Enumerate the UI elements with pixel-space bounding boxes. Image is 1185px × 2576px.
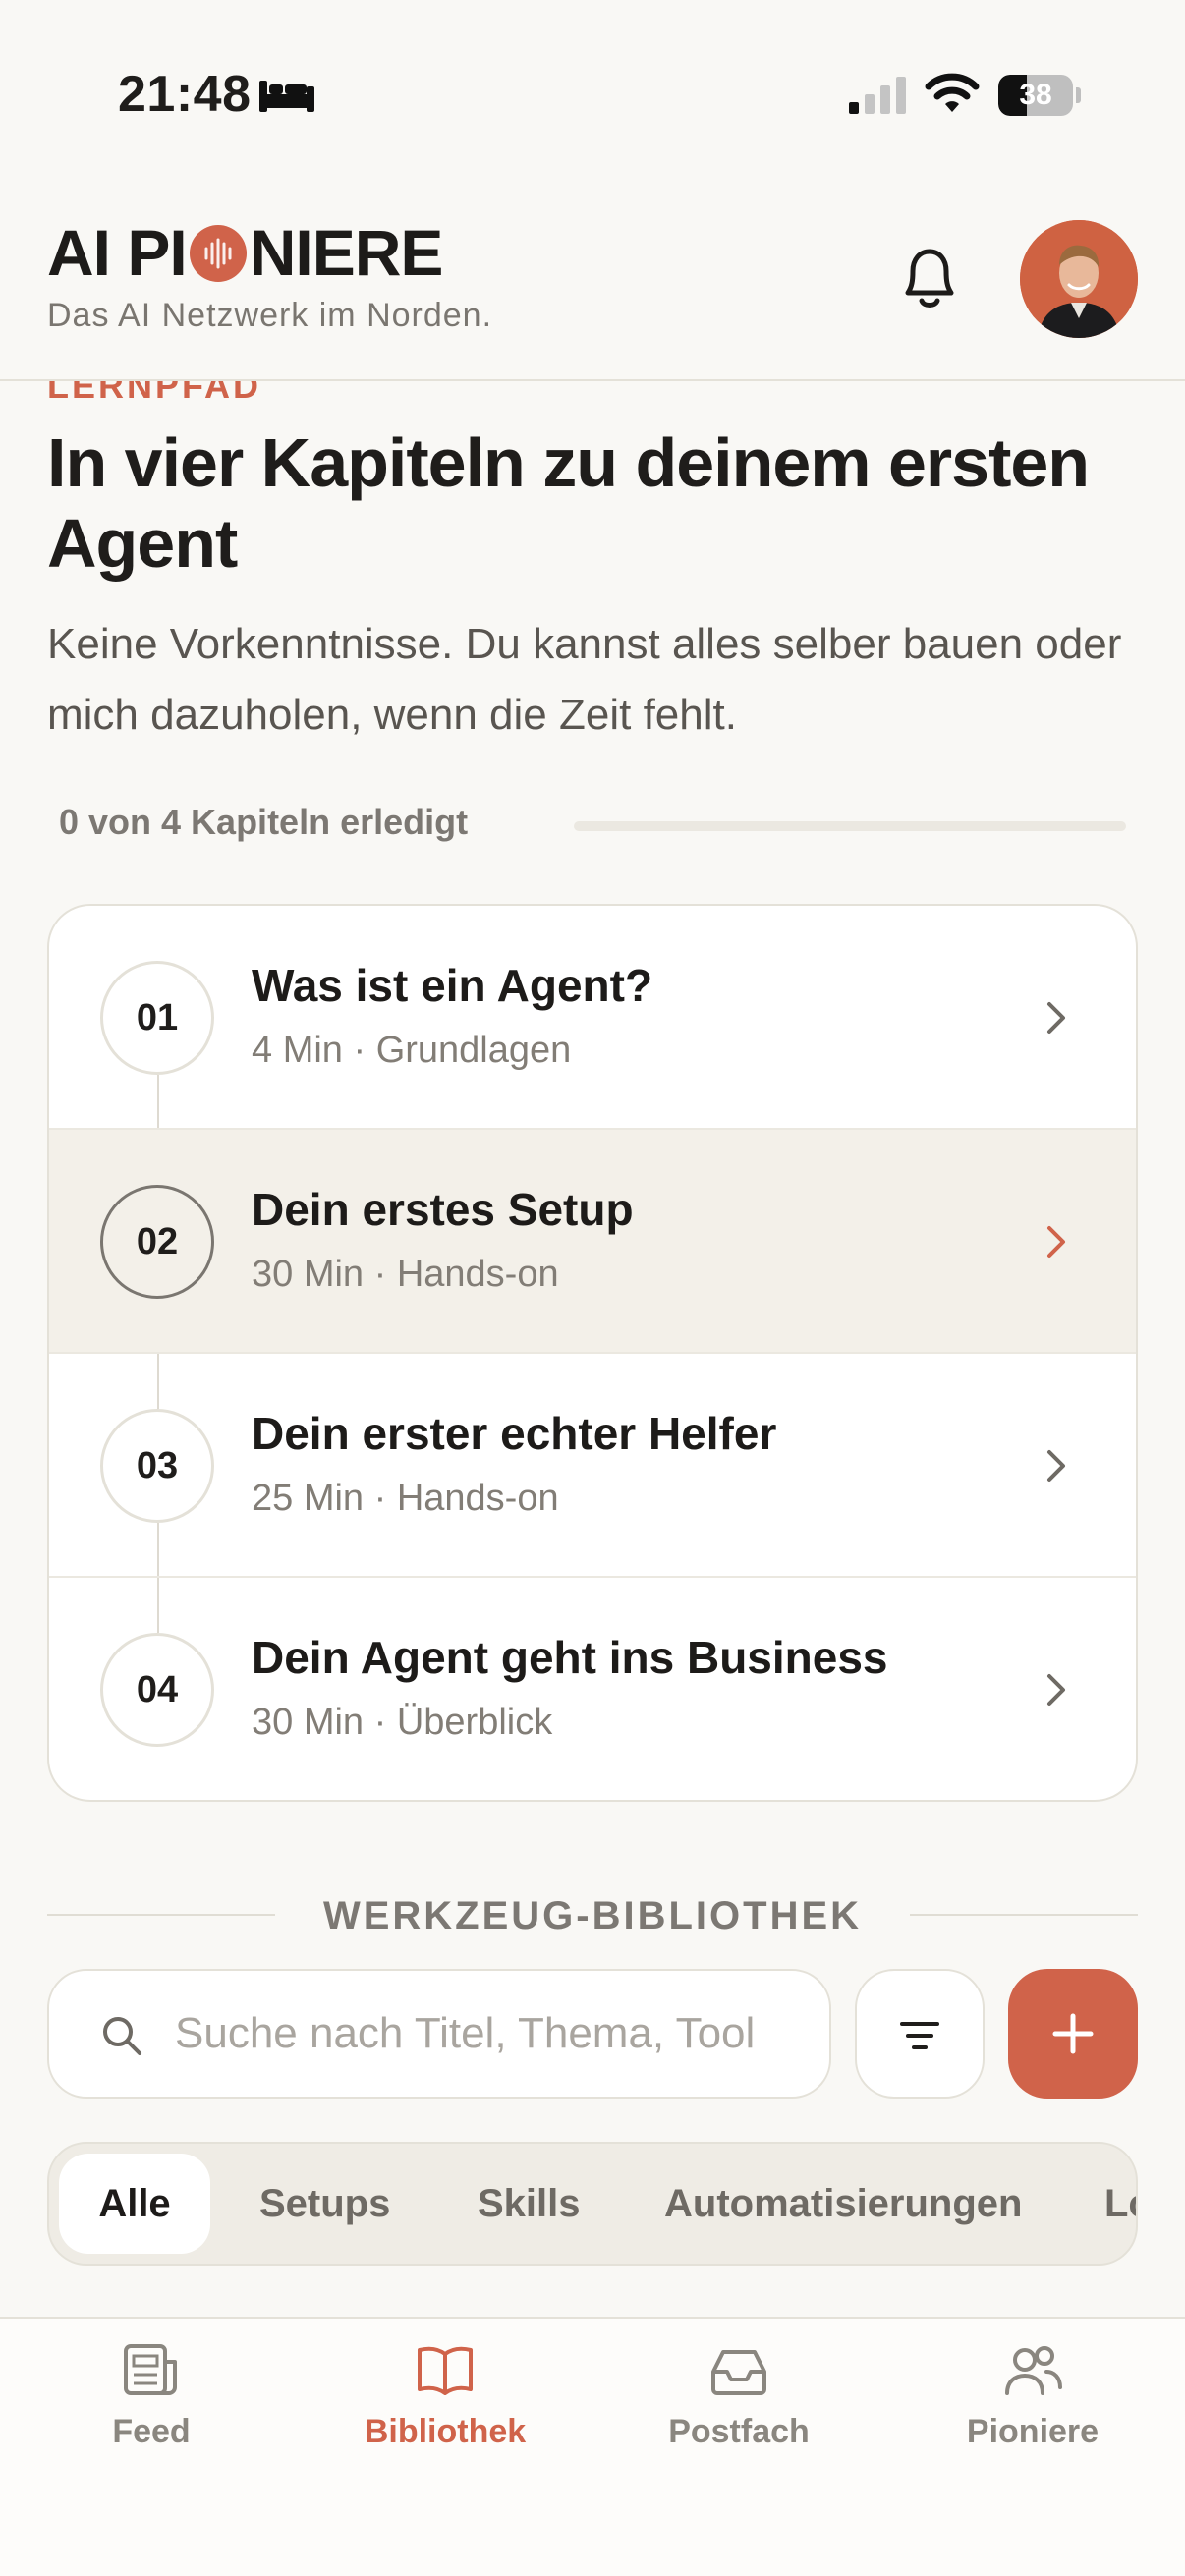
nav-label: Postfach xyxy=(668,2413,810,2450)
filter-icon xyxy=(900,2022,939,2049)
logo-text-left: AI PI xyxy=(47,216,188,289)
chapter-number-badge: 04 xyxy=(100,1633,214,1747)
search-icon xyxy=(103,2017,141,2055)
bed-icon xyxy=(259,81,314,112)
chapter-row-03[interactable]: 03 Dein erster echter Helfer 25 Min · Ha… xyxy=(49,1354,1136,1578)
logo-text-right: NIERE xyxy=(249,216,444,289)
bell-icon[interactable] xyxy=(894,238,965,316)
book-icon xyxy=(418,2346,473,2395)
divider xyxy=(910,1914,1138,1916)
filter-button[interactable] xyxy=(855,1969,985,2099)
nav-pioniere[interactable]: Pioniere xyxy=(915,2342,1151,2470)
nav-label: Feed xyxy=(112,2413,191,2450)
chapter-meta: 30 Min · Überblick xyxy=(252,1702,553,1743)
search-box[interactable] xyxy=(47,1969,831,2099)
divider xyxy=(47,1914,275,1916)
chevron-right-icon xyxy=(1047,1450,1065,1482)
chapter-list: 01 Was ist ein Agent? 4 Min · Grundlagen… xyxy=(47,904,1138,1802)
battery-icon: 38 xyxy=(998,75,1081,116)
chapter-meta: 30 Min · Hands-on xyxy=(252,1254,559,1295)
profile-photo xyxy=(1020,220,1138,338)
nav-label: Pioniere xyxy=(966,2413,1100,2450)
newspaper-icon xyxy=(124,2344,177,2395)
status-time: 21:48 xyxy=(118,66,252,123)
tab-automatisierungen[interactable]: Automatisierungen xyxy=(664,2154,1022,2254)
chapter-title: Dein Agent geht ins Business xyxy=(252,1632,888,1683)
add-button[interactable] xyxy=(1008,1969,1138,2099)
tagline: Das AI Netzwerk im Norden. xyxy=(47,297,493,334)
tab-lo[interactable]: Lo xyxy=(1104,2154,1136,2254)
chapter-meta: 4 Min · Grundlagen xyxy=(252,1030,572,1071)
cellular-signal-icon xyxy=(849,77,906,114)
app-header: AI PI NIERE Das AI Netzwerk im Norden. xyxy=(0,187,1185,381)
tab-setups[interactable]: Setups xyxy=(259,2154,390,2254)
status-bar: 21:48 38 xyxy=(0,0,1185,187)
chapter-number-badge: 03 xyxy=(100,1409,214,1523)
nav-postfach[interactable]: Postfach xyxy=(621,2342,857,2470)
library-section-header: WERKZEUG-BIBLIOTHEK xyxy=(47,1886,1138,1945)
chapter-title: Was ist ein Agent? xyxy=(252,960,653,1011)
bottom-navigation: Feed Bibliothek Postfach Pioniere xyxy=(0,2317,1185,2576)
logo-mark-icon xyxy=(189,225,247,282)
avatar[interactable] xyxy=(1020,220,1138,338)
chapter-row-04[interactable]: 04 Dein Agent geht ins Business 30 Min ·… xyxy=(49,1578,1136,1800)
chapter-meta: 25 Min · Hands-on xyxy=(252,1478,559,1519)
users-icon xyxy=(1005,2346,1062,2395)
chapter-number-badge: 01 xyxy=(100,961,214,1075)
progress-label: 0 von 4 Kapiteln erledigt xyxy=(59,802,469,842)
plus-icon xyxy=(1052,2013,1094,2054)
library-title: WERKZEUG-BIBLIOTHEK xyxy=(322,1894,863,1937)
inbox-icon xyxy=(711,2350,766,2395)
tab-alle[interactable]: Alle xyxy=(59,2154,210,2254)
wifi-icon xyxy=(925,73,980,112)
chapter-row-01[interactable]: 01 Was ist ein Agent? 4 Min · Grundlagen xyxy=(49,906,1136,1130)
page-subtitle: Keine Vorkenntnisse. Du kannst alles sel… xyxy=(47,620,1122,739)
chevron-right-icon xyxy=(1047,1226,1065,1258)
chapter-row-02[interactable]: 02 Dein erstes Setup 30 Min · Hands-on xyxy=(49,1130,1136,1354)
progress-bar xyxy=(574,821,1126,831)
search-input[interactable] xyxy=(175,1971,814,2097)
nav-bibliothek[interactable]: Bibliothek xyxy=(327,2342,563,2470)
battery-level: 38 xyxy=(1019,79,1052,111)
chevron-right-icon xyxy=(1047,1674,1065,1706)
category-tabs: Alle Setups Skills Automatisierungen Lo xyxy=(47,2142,1138,2266)
chapter-title: Dein erstes Setup xyxy=(252,1184,634,1235)
chevron-right-icon xyxy=(1047,1002,1065,1034)
app-logo[interactable]: AI PI NIERE xyxy=(47,216,444,289)
chapter-title: Dein erster echter Helfer xyxy=(252,1408,777,1459)
nav-feed[interactable]: Feed xyxy=(33,2342,269,2470)
tab-skills[interactable]: Skills xyxy=(478,2154,581,2254)
chapter-number-badge: 02 xyxy=(100,1185,214,1299)
nav-label: Bibliothek xyxy=(364,2413,527,2450)
page-title: In vier Kapiteln zu deinem ersten Agent xyxy=(47,424,1090,582)
